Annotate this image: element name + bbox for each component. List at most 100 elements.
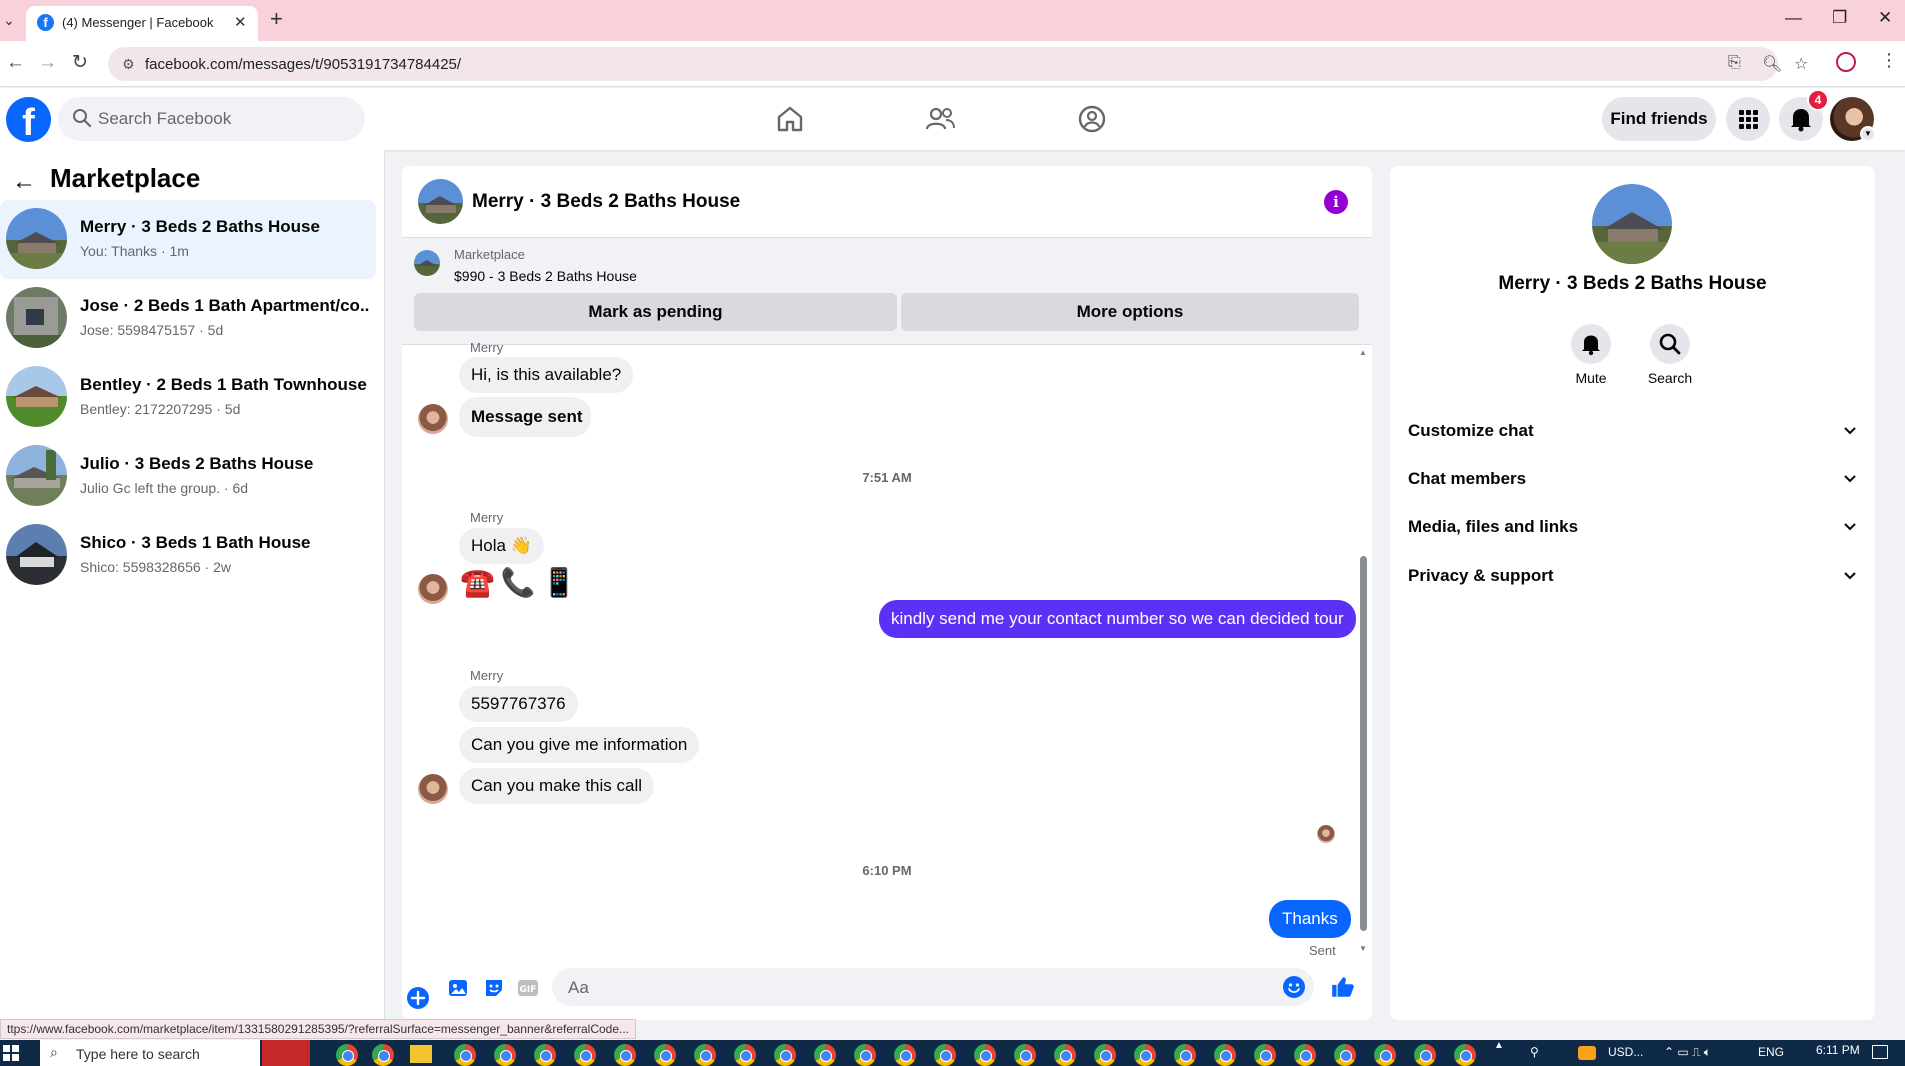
window-close-icon[interactable]: ✕ (1878, 8, 1892, 28)
tray-network-icon[interactable]: ⚲ (1530, 1045, 1539, 1059)
scroll-down-icon[interactable]: ▼ (1359, 944, 1367, 953)
mark-as-pending-button[interactable]: Mark as pending (414, 293, 897, 331)
mute-button[interactable]: Mute (1556, 324, 1626, 386)
taskbar-folder-icon[interactable] (410, 1045, 432, 1063)
conversation-item[interactable]: Bentley · 2 Beds 1 Bath Townhouse Bentle… (0, 358, 376, 437)
tab-close-icon[interactable]: ✕ (234, 13, 247, 31)
taskbar-chrome-icon[interactable] (934, 1044, 956, 1066)
taskbar-overflow-icon[interactable]: ▲ (1494, 1040, 1506, 1066)
chat-avatar[interactable] (418, 179, 463, 224)
tray-icons[interactable]: ⌃ ▭ ⎍ 🔈︎ (1664, 1045, 1711, 1060)
scroll-thumb[interactable] (1360, 556, 1367, 931)
taskbar-chrome-icon[interactable] (854, 1044, 876, 1066)
facebook-logo-icon[interactable]: f (6, 97, 51, 142)
thumbs-up-icon[interactable] (1330, 974, 1356, 1000)
sender-avatar[interactable] (418, 774, 448, 804)
emoji-message[interactable]: ☎️📞📱 (460, 566, 583, 599)
taskbar-chrome-icon[interactable] (734, 1044, 756, 1066)
minimize-icon[interactable]: — (1785, 8, 1802, 28)
taskbar-chrome-icon[interactable] (654, 1044, 676, 1066)
incoming-message[interactable]: Can you give me information (459, 727, 700, 763)
windows-start-icon[interactable] (3, 1045, 19, 1061)
taskbar-chrome-icon[interactable] (1174, 1044, 1196, 1066)
taskbar-widget-icon[interactable] (262, 1040, 310, 1066)
account-chevron-icon[interactable]: ▼ (1860, 126, 1876, 142)
new-tab-icon[interactable]: + (270, 8, 283, 30)
incoming-message[interactable]: Can you make this call (459, 768, 655, 804)
reload-icon[interactable]: ↻ (72, 52, 88, 74)
more-options-button[interactable]: More options (901, 293, 1359, 331)
taskbar-chrome-icon[interactable] (614, 1044, 636, 1066)
incoming-message[interactable]: 5597767376 (459, 686, 578, 722)
tab-search-chevron-icon[interactable]: ⌄ (0, 8, 18, 32)
incoming-message[interactable]: Hola 👋 (459, 528, 544, 564)
browser-profile-icon[interactable] (1836, 52, 1856, 72)
taskbar-chrome-icon[interactable] (1134, 1044, 1156, 1066)
url-text[interactable]: facebook.com/messages/t/9053191734784425… (145, 56, 461, 73)
conversation-item[interactable]: Jose · 2 Beds 1 Bath Apartment/co... Jos… (0, 279, 376, 358)
notification-center-icon[interactable] (1872, 1045, 1888, 1059)
customize-chat-row[interactable]: Customize chat (1408, 411, 1858, 451)
url-omnibox[interactable]: ⚙ facebook.com/messages/t/90531917347844… (108, 47, 1808, 81)
tray-clock[interactable]: 6:11 PM (1816, 1043, 1860, 1057)
browser-tab-messenger[interactable]: f (4) Messenger | Facebook ✕ (26, 6, 258, 41)
outgoing-message[interactable]: Thanks (1269, 900, 1351, 938)
incoming-message[interactable]: Hi, is this available? (459, 357, 634, 393)
taskbar-chrome-icon[interactable] (336, 1044, 358, 1066)
media-files-links-row[interactable]: Media, files and links (1408, 507, 1858, 547)
gif-icon[interactable]: GIF (516, 976, 540, 1000)
taskbar-chrome-icon[interactable] (1294, 1044, 1316, 1066)
taskbar-chrome-icon[interactable] (974, 1044, 996, 1066)
outgoing-message[interactable]: kindly send me your contact number so we… (879, 600, 1356, 638)
sender-avatar[interactable] (418, 574, 448, 604)
sticker-icon[interactable] (482, 976, 506, 1000)
taskbar-chrome-icon[interactable] (1094, 1044, 1116, 1066)
zoom-icon[interactable]: 🔍︎ (1762, 54, 1782, 74)
bookmark-star-icon[interactable]: ☆ (1794, 54, 1808, 74)
listing-avatar[interactable] (1592, 184, 1672, 264)
friends-icon[interactable] (924, 103, 956, 135)
conversation-item[interactable]: Shico · 3 Beds 1 Bath House Shico: 55983… (0, 516, 376, 595)
restore-icon[interactable]: ❐ (1832, 8, 1847, 28)
install-app-icon[interactable]: ⎘ (1728, 54, 1741, 72)
taskbar-chrome-icon[interactable] (1374, 1044, 1396, 1066)
taskbar-chrome-icon[interactable] (694, 1044, 716, 1066)
forward-arrow-icon[interactable]: → (38, 52, 57, 74)
taskbar-chrome-icon[interactable] (454, 1044, 476, 1066)
browser-menu-icon[interactable]: ⋮ (1880, 50, 1898, 71)
taskbar-chrome-icon[interactable] (1054, 1044, 1076, 1066)
plus-circle-icon[interactable] (406, 986, 430, 1010)
taskbar-chrome-icon[interactable] (534, 1044, 556, 1066)
groups-icon[interactable] (1076, 103, 1108, 135)
taskbar-search-box[interactable]: ⌕ Type here to search (40, 1040, 260, 1066)
chat-title[interactable]: Merry · 3 Beds 2 Baths House (472, 191, 740, 213)
taskbar-chrome-icon[interactable] (494, 1044, 516, 1066)
taskbar-chrome-icon[interactable] (774, 1044, 796, 1066)
conversation-item[interactable]: Julio · 3 Beds 2 Baths House Julio Gc le… (0, 437, 376, 516)
taskbar-chrome-icon[interactable] (1014, 1044, 1036, 1066)
taskbar-chrome-icon[interactable] (1334, 1044, 1356, 1066)
emoji-icon[interactable] (1282, 975, 1306, 999)
message-scrollbar[interactable]: ▲ ▼ (1357, 346, 1369, 958)
taskbar-chrome-icon[interactable] (1454, 1044, 1476, 1066)
scroll-up-icon[interactable]: ▲ (1359, 348, 1367, 357)
tray-language[interactable]: ENG (1758, 1045, 1784, 1059)
taskbar-chrome-icon[interactable] (894, 1044, 916, 1066)
listing-thumbnail[interactable] (414, 250, 440, 276)
taskbar-chrome-icon[interactable] (814, 1044, 836, 1066)
taskbar-chrome-icon[interactable] (574, 1044, 596, 1066)
tray-currency-label[interactable]: USD... (1608, 1045, 1643, 1059)
conversation-info-icon[interactable]: i (1324, 190, 1348, 214)
photo-icon[interactable] (446, 976, 470, 1000)
privacy-support-row[interactable]: Privacy & support (1408, 556, 1858, 596)
taskbar-chrome-icon[interactable] (372, 1044, 394, 1066)
search-facebook-input[interactable]: Search Facebook (58, 97, 365, 141)
site-settings-icon[interactable]: ⚙ (122, 56, 135, 73)
taskbar-chrome-icon[interactable] (1414, 1044, 1436, 1066)
message-input[interactable]: Aa (552, 968, 1314, 1006)
back-arrow-icon[interactable]: ← (12, 168, 36, 196)
back-arrow-icon[interactable]: ← (6, 52, 25, 74)
listing-price-title[interactable]: $990 - 3 Beds 2 Baths House (454, 268, 637, 284)
chat-members-row[interactable]: Chat members (1408, 459, 1858, 499)
conversation-item[interactable]: Merry · 3 Beds 2 Baths House You: Thanks… (0, 200, 376, 279)
